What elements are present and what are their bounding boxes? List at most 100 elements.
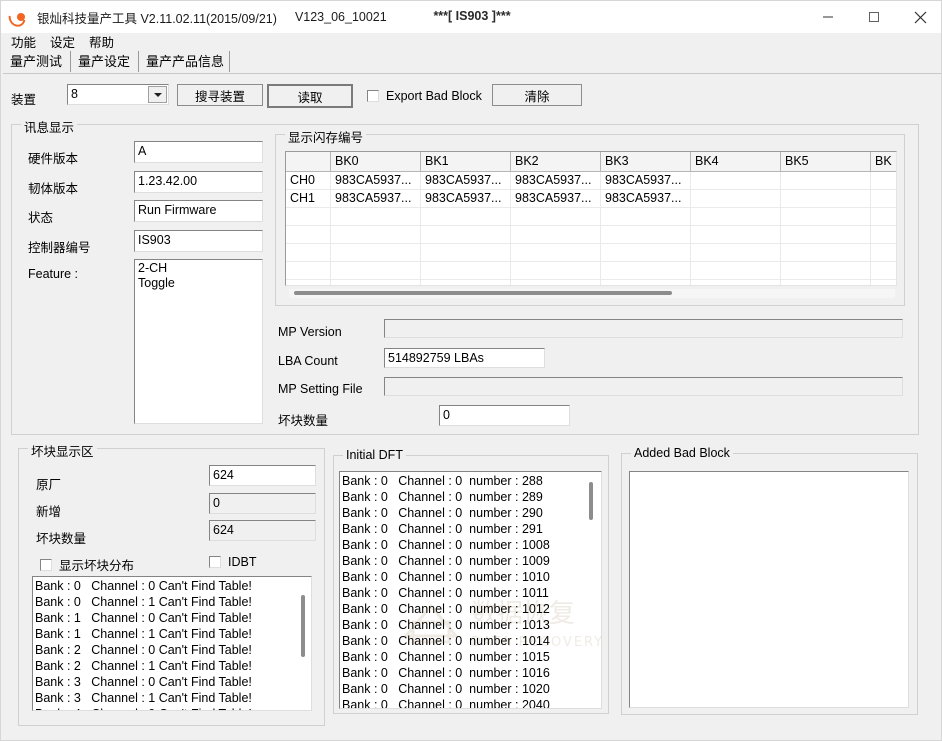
table-row-empty[interactable] (286, 244, 896, 262)
tab-mass-production-test[interactable]: 量产测试 (3, 51, 71, 72)
close-icon[interactable] (897, 1, 941, 33)
list-item[interactable]: Bank : 1 Channel : 1 Can't Find Table! (35, 626, 311, 642)
cell-channel: CH1 (286, 190, 331, 208)
list-item[interactable]: Bank : 0 Channel : 0 number : 1012 (342, 601, 601, 617)
flash-table-col-blank[interactable] (286, 152, 331, 172)
bad-block-list[interactable]: Bank : 0 Channel : 0 Can't Find Table! B… (32, 576, 312, 711)
idbt-label: IDBT (228, 555, 257, 569)
feature-line: 2-CH (138, 261, 168, 275)
window-controls (805, 1, 941, 33)
device-select[interactable]: 8 (67, 84, 169, 105)
application-window: 银灿科技量产工具 V2.11.02.11(2015/09/21) V123_06… (0, 0, 942, 741)
list-item[interactable]: Bank : 4 Channel : 0 Can't Find Table! (35, 706, 311, 710)
list-item[interactable]: Bank : 0 Channel : 1 Can't Find Table! (35, 594, 311, 610)
table-row[interactable]: CH0 983CA5937... 983CA5937... 983CA5937.… (286, 172, 896, 190)
controller-number-field[interactable]: IS903 (134, 230, 263, 252)
feature-list[interactable]: 2-CH Toggle (134, 259, 263, 424)
mp-version-field[interactable] (384, 319, 903, 338)
flash-table-col-bk6[interactable]: BK (871, 152, 896, 172)
chevron-down-icon[interactable] (148, 86, 167, 103)
list-item[interactable]: Bank : 3 Channel : 1 Can't Find Table! (35, 690, 311, 706)
status-field[interactable]: Run Firmware (134, 200, 263, 222)
list-item[interactable]: Bank : 0 Channel : 0 number : 290 (342, 505, 601, 521)
lba-count-field[interactable]: 514892759 LBAs (384, 348, 545, 368)
menu-bar: 功能 设定 帮助 (1, 33, 941, 53)
list-item[interactable]: Bank : 0 Channel : 0 number : 1009 (342, 553, 601, 569)
hardware-version-field[interactable]: A (134, 141, 263, 163)
minimize-icon[interactable] (805, 1, 851, 33)
flash-table-col-bk4[interactable]: BK4 (691, 152, 781, 172)
list-item[interactable]: Bank : 1 Channel : 0 Can't Find Table! (35, 610, 311, 626)
cell-bk6 (871, 172, 896, 190)
bad-block-count-field[interactable]: 0 (439, 405, 570, 426)
tab-mass-production-setting[interactable]: 量产设定 (71, 51, 139, 72)
cell-bk0: 983CA5937... (331, 172, 421, 190)
bad-block-display-group-title: 坏块显示区 (28, 441, 97, 460)
list-item[interactable]: Bank : 0 Channel : 0 number : 291 (342, 521, 601, 537)
list-item[interactable]: Bank : 0 Channel : 0 number : 1020 (342, 681, 601, 697)
added-bad-block-list[interactable] (629, 471, 909, 708)
flash-table-horizontal-scrollbar[interactable] (289, 289, 895, 298)
list-item[interactable]: Bank : 0 Channel : 0 number : 1016 (342, 665, 601, 681)
idbt-checkbox-box[interactable] (209, 556, 221, 568)
initial-dft-list[interactable]: Bank : 0 Channel : 0 number : 288 Bank :… (339, 471, 602, 709)
list-item[interactable]: Bank : 2 Channel : 1 Can't Find Table! (35, 658, 311, 674)
factory-bad-block-field[interactable]: 624 (209, 465, 316, 486)
list-item[interactable]: Bank : 0 Channel : 0 number : 1011 (342, 585, 601, 601)
table-row[interactable]: CH1 983CA5937... 983CA5937... 983CA5937.… (286, 190, 896, 208)
list-item[interactable]: Bank : 0 Channel : 0 number : 288 (342, 473, 601, 489)
maximize-icon[interactable] (851, 1, 897, 33)
tab-strip: 量产测试 量产设定 量产产品信息 (3, 51, 941, 74)
feature-line: Toggle (138, 276, 175, 290)
list-item[interactable]: Bank : 0 Channel : 0 number : 1010 (342, 569, 601, 585)
factory-bad-block-label: 原厂 (36, 478, 62, 492)
table-row-empty[interactable] (286, 208, 896, 226)
idbt-checkbox[interactable]: IDBT (209, 555, 256, 569)
list-item[interactable]: Bank : 0 Channel : 0 number : 1013 (342, 617, 601, 633)
flash-id-table-body: CH0 983CA5937... 983CA5937... 983CA5937.… (286, 172, 896, 285)
list-item[interactable]: Bank : 0 Channel : 0 number : 2040 (342, 697, 601, 708)
table-row-empty[interactable] (286, 262, 896, 280)
flash-id-group-title: 显示闪存编号 (285, 127, 367, 146)
flash-table-col-bk1[interactable]: BK1 (421, 152, 511, 172)
flash-table-col-bk2[interactable]: BK2 (511, 152, 601, 172)
mp-setting-file-field[interactable] (384, 377, 903, 396)
table-row-empty[interactable] (286, 280, 896, 285)
export-bad-block-checkbox[interactable]: Export Bad Block (367, 89, 482, 103)
list-item[interactable]: Bank : 0 Channel : 0 number : 1014 (342, 633, 601, 649)
read-button[interactable]: 读取 (267, 84, 353, 108)
flash-id-table[interactable]: BK0 BK1 BK2 BK3 BK4 BK5 BK CH0 983CA5937… (285, 151, 897, 286)
initial-dft-list-vertical-scrollbar[interactable] (587, 472, 598, 708)
window-title: 银灿科技量产工具 V2.11.02.11(2015/09/21) (37, 11, 277, 26)
cell-bk6 (871, 190, 896, 208)
list-item[interactable]: Bank : 3 Channel : 0 Can't Find Table! (35, 674, 311, 690)
menu-item-settings[interactable]: 设定 (43, 33, 82, 53)
total-bad-block-label: 坏块数量 (36, 532, 87, 546)
list-item[interactable]: Bank : 0 Channel : 0 number : 1015 (342, 649, 601, 665)
added-bad-block-group-title: Added Bad Block (631, 446, 733, 460)
list-item[interactable]: Bank : 0 Channel : 0 number : 289 (342, 489, 601, 505)
list-item[interactable]: Bank : 2 Channel : 0 Can't Find Table! (35, 642, 311, 658)
scan-device-button[interactable]: 搜寻装置 (177, 84, 263, 106)
cell-bk1: 983CA5937... (421, 172, 511, 190)
window-version-tag: V123_06_10021 (294, 10, 387, 24)
firmware-version-label: 韧体版本 (28, 182, 79, 196)
firmware-version-field[interactable]: 1.23.42.00 (134, 171, 263, 193)
mp-setting-file-label: MP Setting File (278, 382, 363, 396)
menu-item-function[interactable]: 功能 (4, 33, 43, 53)
list-item[interactable]: Bank : 0 Channel : 0 number : 1008 (342, 537, 601, 553)
show-bad-block-distribution-checkbox-box[interactable] (40, 558, 52, 571)
flash-table-col-bk5[interactable]: BK5 (781, 152, 871, 172)
total-bad-block-field[interactable]: 624 (209, 520, 316, 541)
export-bad-block-checkbox-box[interactable] (367, 90, 379, 102)
flash-table-col-bk0[interactable]: BK0 (331, 152, 421, 172)
flash-table-col-bk3[interactable]: BK3 (601, 152, 691, 172)
new-bad-block-field[interactable]: 0 (209, 493, 316, 514)
bad-block-list-vertical-scrollbar[interactable] (299, 577, 310, 710)
tab-mass-production-product-info[interactable]: 量产产品信息 (139, 51, 230, 72)
table-row-empty[interactable] (286, 226, 896, 244)
menu-item-help[interactable]: 帮助 (82, 33, 121, 53)
list-item[interactable]: Bank : 0 Channel : 0 Can't Find Table! (35, 578, 311, 594)
clear-button[interactable]: 清除 (492, 84, 582, 106)
show-bad-block-distribution-checkbox[interactable]: 显示坏块分布 (40, 555, 134, 574)
